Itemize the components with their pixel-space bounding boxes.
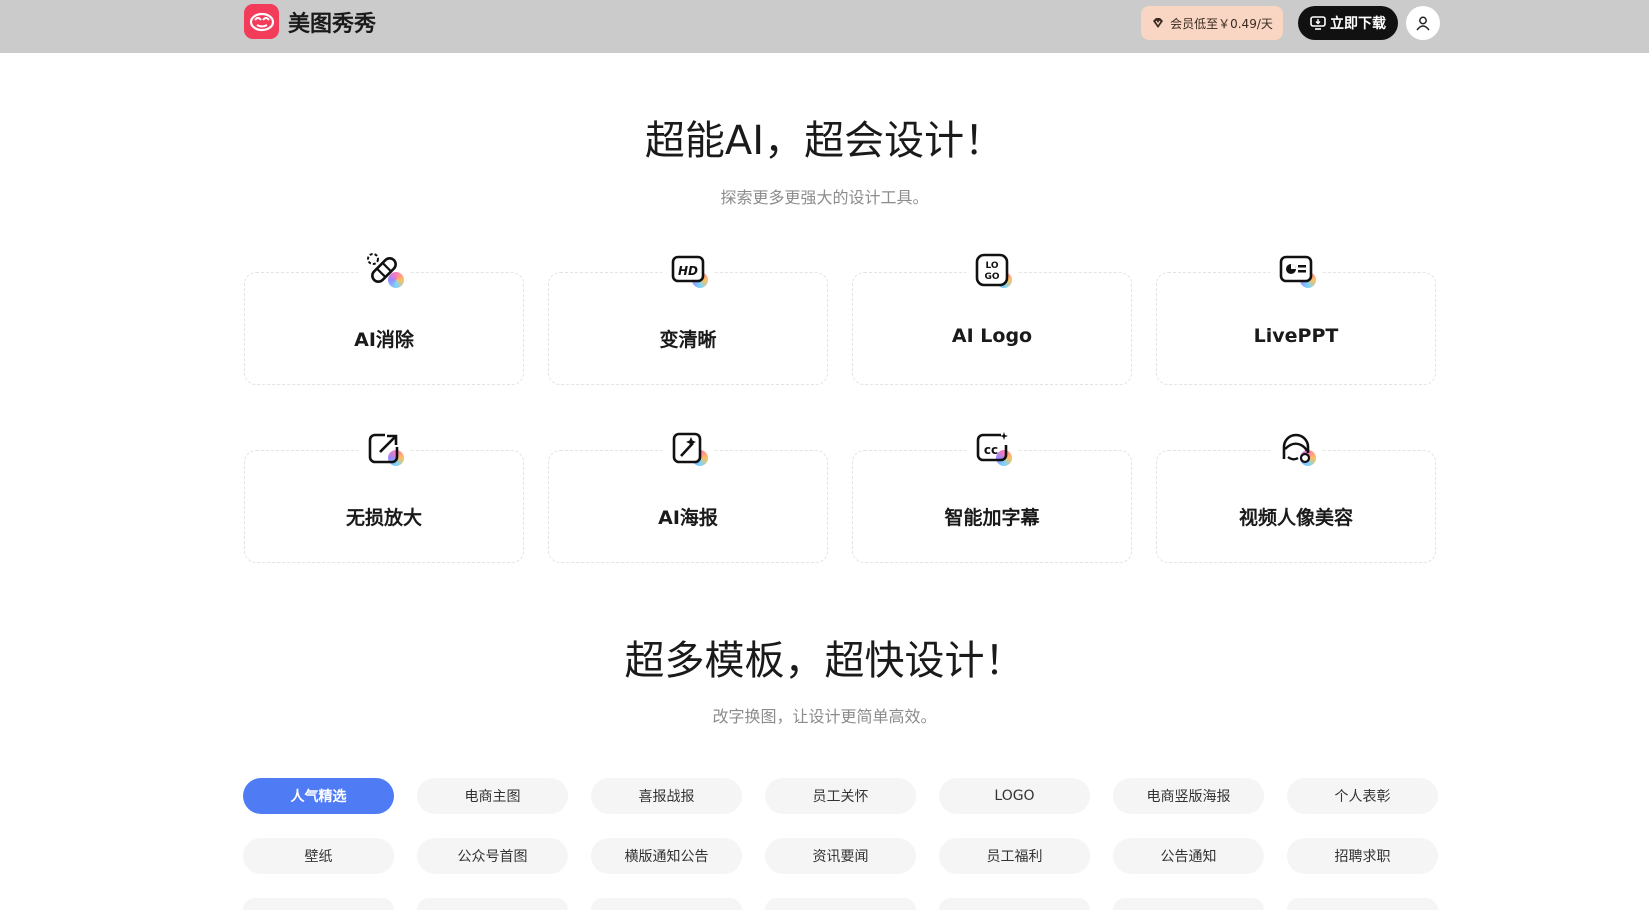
ai-section-title: 超能AI，超会设计！ <box>644 118 1005 164</box>
meitu-logo-icon <box>244 4 279 39</box>
user-avatar-button[interactable] <box>1406 6 1440 40</box>
chip-employee-benefits[interactable]: 员工福利 <box>939 838 1090 874</box>
download-label: 立即下载 <box>1330 16 1386 32</box>
tool-label: 智能加字幕 <box>944 507 1040 529</box>
ppt-icon <box>1270 244 1322 296</box>
chip-horizontal-notice[interactable]: 横版通知公告 <box>591 838 742 874</box>
chip-logo[interactable]: LOGO <box>939 778 1090 814</box>
chip-wallpaper[interactable]: 壁纸 <box>243 838 394 874</box>
diamond-icon <box>1153 18 1164 28</box>
template-section-subtitle: 改字换图，让设计更简单高效。 <box>712 707 937 726</box>
monitor-download-icon <box>1310 16 1326 30</box>
chip-announcement[interactable]: 公告通知 <box>1113 838 1264 874</box>
brand-name: 美图秀秀 <box>288 11 377 37</box>
download-button[interactable]: 立即下载 <box>1298 6 1398 40</box>
eraser-bandage-icon <box>358 244 410 296</box>
svg-text:HD: HD <box>678 264 698 278</box>
chip-ecommerce-main[interactable]: 电商主图 <box>417 778 568 814</box>
tool-label: AI海报 <box>658 507 718 529</box>
chip-popular-picks[interactable]: 人气精选 <box>243 778 394 814</box>
tool-label: 视频人像美容 <box>1238 507 1353 529</box>
vip-promo-label: 会员低至￥0.49/天 <box>1170 16 1273 31</box>
chip-row3-partial[interactable] <box>1113 898 1264 910</box>
chip-row3-partial[interactable] <box>243 898 394 910</box>
logo-icon: LO GO <box>966 244 1018 296</box>
poster-icon <box>662 422 714 474</box>
tool-label: LivePPT <box>1253 325 1339 347</box>
svg-text:GO: GO <box>984 272 999 282</box>
ai-section-subtitle: 探索更多更强大的设计工具。 <box>720 188 929 207</box>
chip-good-news[interactable]: 喜报战报 <box>591 778 742 814</box>
chip-row3-partial[interactable] <box>765 898 916 910</box>
template-section-title: 超多模板，超快设计！ <box>624 638 1025 684</box>
chip-ecommerce-vertical-poster[interactable]: 电商竖版海报 <box>1113 778 1264 814</box>
vip-promo-button[interactable]: 会员低至￥0.49/天 <box>1141 6 1283 40</box>
caption-icon: cc <box>966 422 1018 474</box>
user-icon <box>1416 16 1430 31</box>
tool-label: 无损放大 <box>345 507 422 529</box>
chip-row3-partial[interactable] <box>417 898 568 910</box>
chip-row3-partial[interactable] <box>591 898 742 910</box>
tool-label: AI Logo <box>951 325 1033 347</box>
portrait-beauty-icon <box>1270 422 1322 474</box>
brand-logo[interactable]: 美图秀秀 <box>244 4 376 39</box>
chip-employee-care[interactable]: 员工关怀 <box>765 778 916 814</box>
enlarge-icon <box>358 422 410 474</box>
top-bar: 美图秀秀 会员低至￥0.49/天 立即下载 <box>0 0 1649 53</box>
chip-personal-award[interactable]: 个人表彰 <box>1287 778 1438 814</box>
chip-news[interactable]: 资讯要闻 <box>765 838 916 874</box>
svg-text:LO: LO <box>985 261 998 271</box>
chip-row3-partial[interactable] <box>939 898 1090 910</box>
chip-wechat-cover[interactable]: 公众号首图 <box>417 838 568 874</box>
svg-text:cc: cc <box>984 443 998 457</box>
tool-label: AI消除 <box>354 329 414 351</box>
hd-icon: HD <box>662 244 714 296</box>
chip-recruitment[interactable]: 招聘求职 <box>1287 838 1438 874</box>
chip-row3-partial[interactable] <box>1287 898 1438 910</box>
tool-label: 变清晰 <box>659 329 717 351</box>
